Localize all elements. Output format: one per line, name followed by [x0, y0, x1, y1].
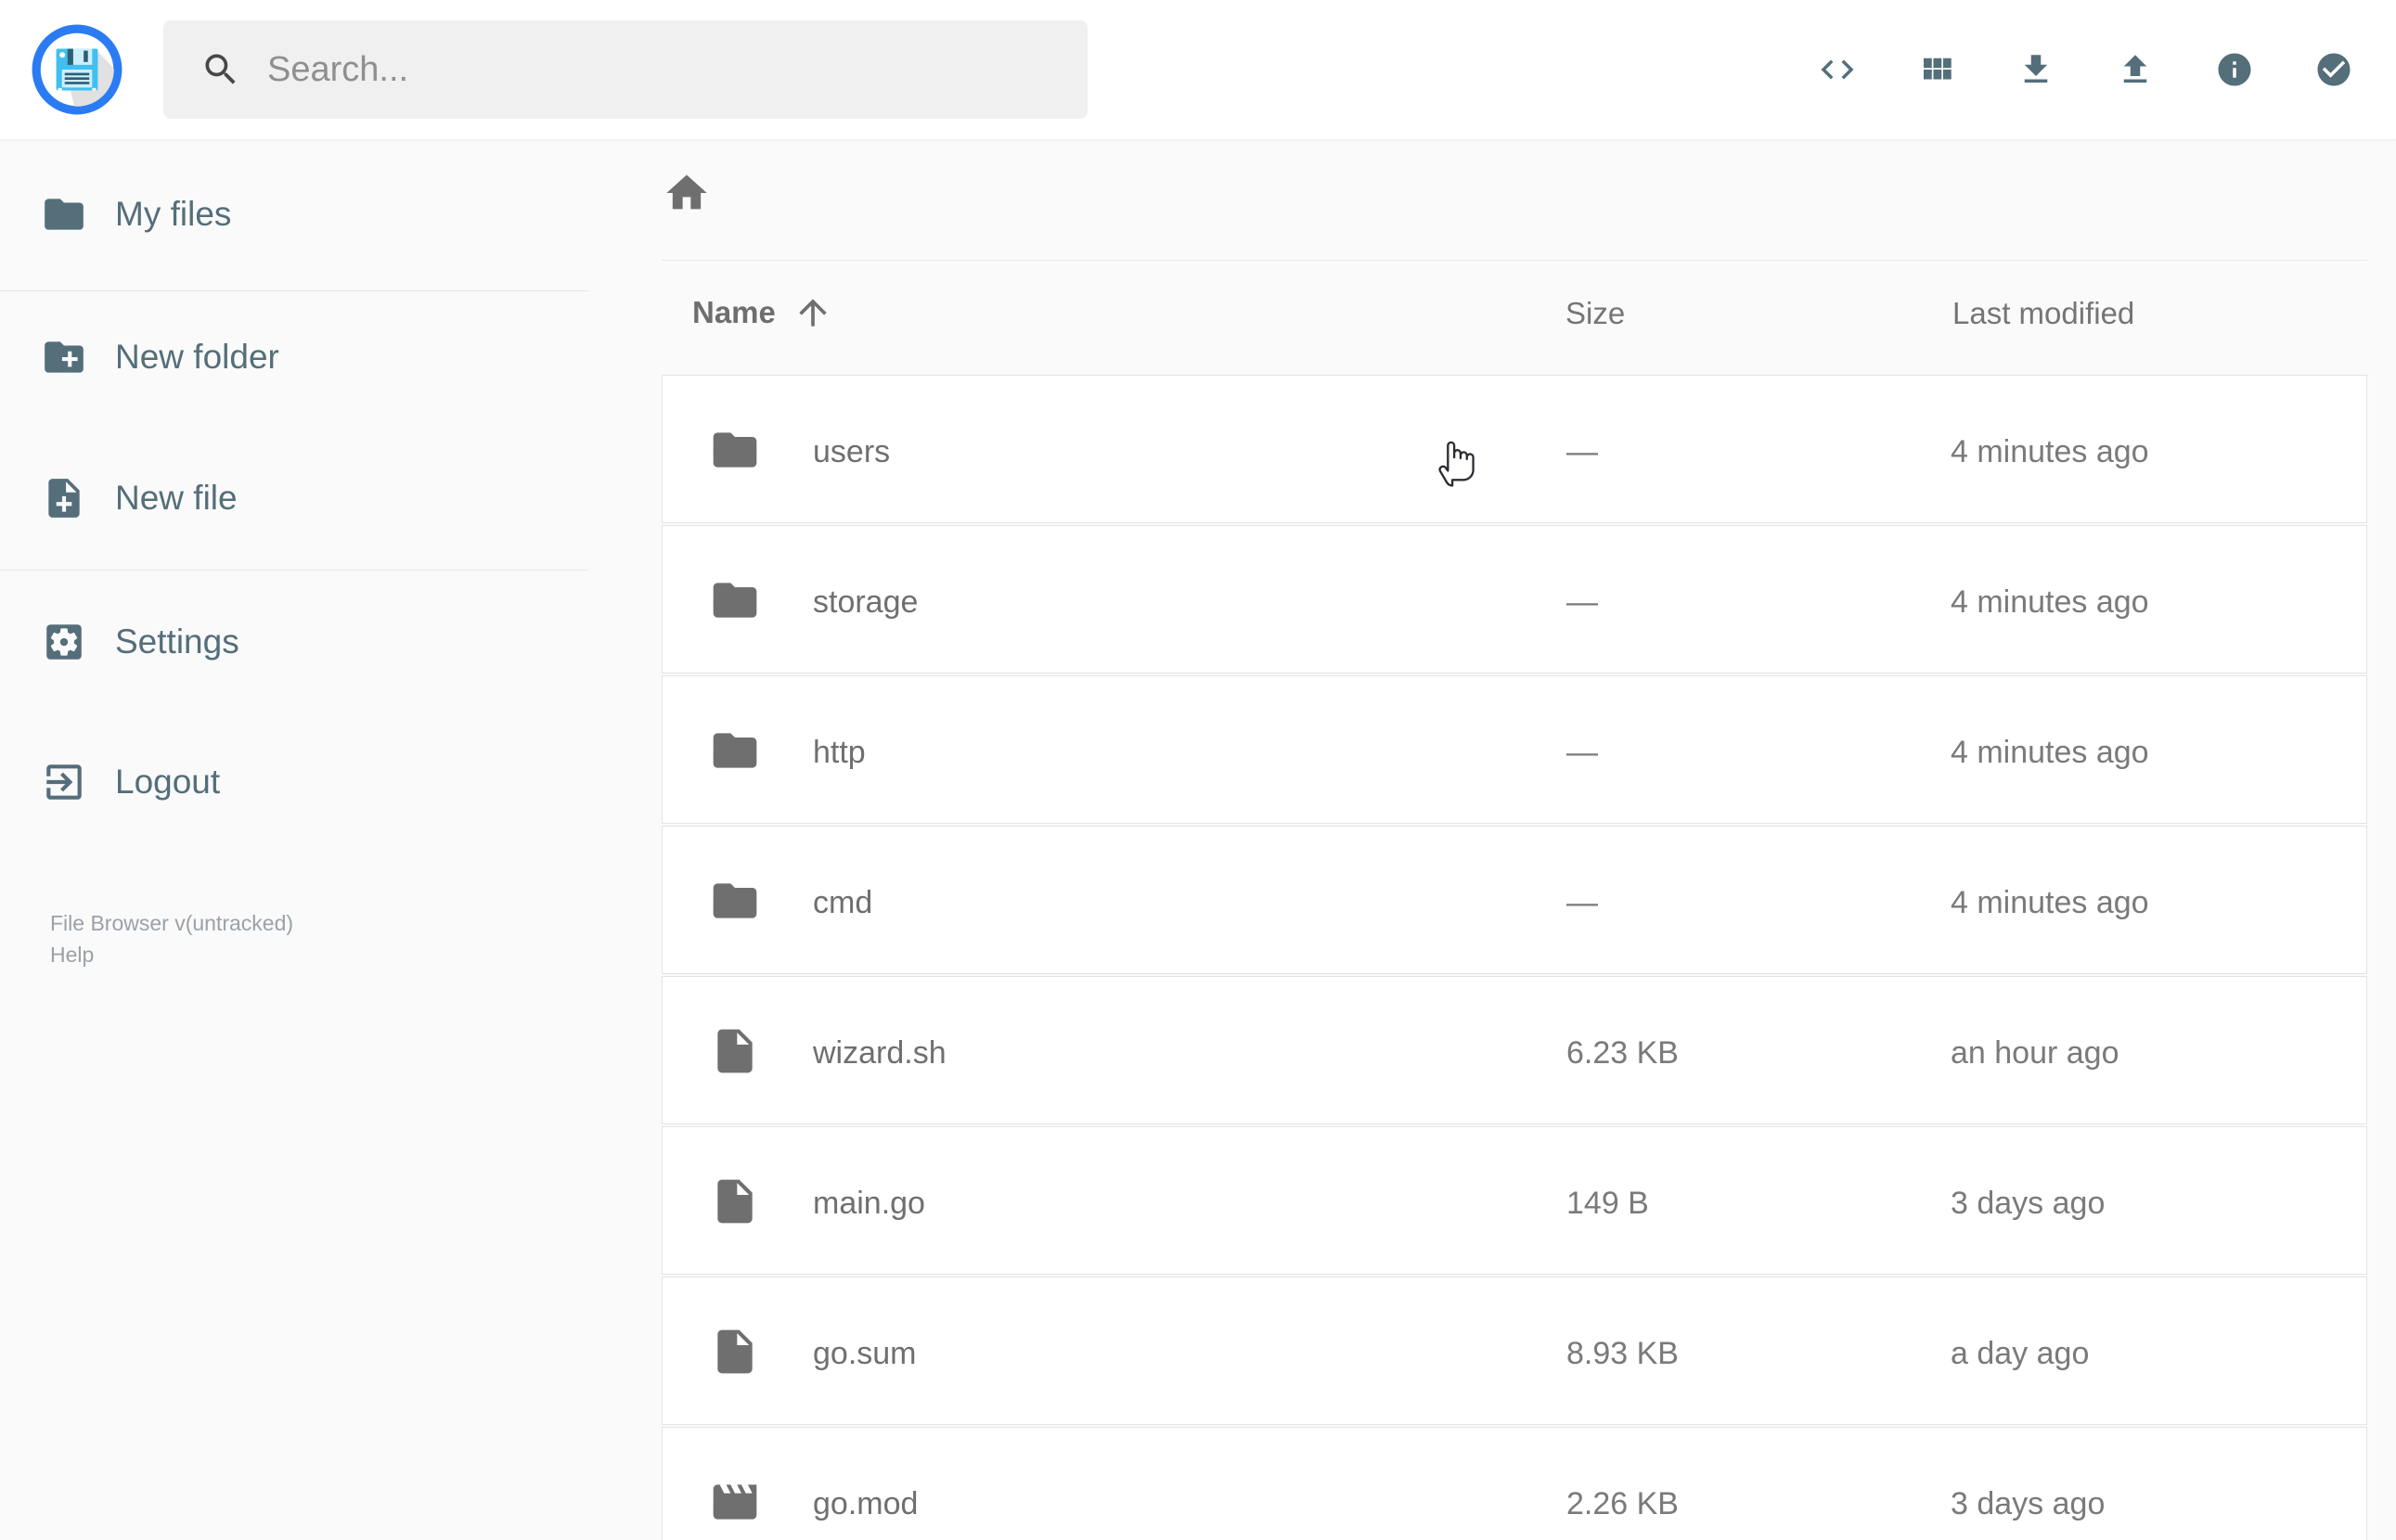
info-button[interactable] [2215, 50, 2254, 89]
upload-button[interactable] [2116, 50, 2155, 89]
code-icon [1821, 59, 1854, 80]
list-item-http[interactable]: http — 4 minutes ago [662, 675, 2367, 824]
list-item-go-mod[interactable]: go.mod 2.26 KB 3 days ago [662, 1427, 2367, 1540]
search-icon [205, 54, 236, 84]
sidebar-divider [0, 290, 588, 291]
file-name: cmd [813, 885, 873, 920]
file-name: users [813, 434, 891, 469]
file-name: go.sum [813, 1336, 917, 1371]
search-bar[interactable] [163, 20, 1088, 119]
switch-view-button[interactable] [1917, 50, 1956, 89]
folder-icon [41, 191, 87, 237]
folder-icon [709, 424, 761, 481]
new-folder-icon [41, 334, 87, 380]
sidebar-item-label: My files [115, 195, 232, 233]
home-icon [666, 174, 707, 210]
sidebar-divider [0, 570, 588, 571]
file-size: 149 B [1566, 1186, 1649, 1221]
file-name: http [813, 735, 866, 770]
file-name: go.mod [813, 1486, 919, 1521]
sidebar-item-label: Logout [115, 763, 221, 801]
file-name: wizard.sh [813, 1035, 947, 1071]
list-item-users[interactable]: users — 4 minutes ago [662, 375, 2367, 523]
file-modified: 4 minutes ago [1951, 584, 2149, 620]
breadcrumb-divider [662, 260, 2367, 261]
file-size: 8.93 KB [1566, 1336, 1679, 1371]
settings-icon [41, 619, 87, 665]
file-modified: 4 minutes ago [1951, 434, 2149, 469]
file-size: 6.23 KB [1566, 1035, 1679, 1071]
name-column-label: Name [692, 295, 776, 329]
topbar [0, 0, 2396, 140]
file-modified: a day ago [1951, 1336, 2090, 1371]
folder-icon [709, 574, 761, 631]
file-icon [709, 1025, 761, 1082]
filebrowser-app: My files New folder New file Settings [0, 0, 2396, 1540]
list-item-go-sum[interactable]: go.sum 8.93 KB a day ago [662, 1277, 2367, 1425]
sidebar-item-settings[interactable]: Settings [0, 605, 588, 679]
file-size: — [1566, 584, 1598, 620]
shell-button[interactable] [1818, 50, 1857, 89]
help-link[interactable]: Help [50, 939, 293, 970]
sidebar-item-new-file[interactable]: New file [0, 461, 588, 535]
list-item-main-go[interactable]: main.go 149 B 3 days ago [662, 1126, 2367, 1275]
download-button[interactable] [2016, 50, 2055, 89]
upload-icon [2123, 55, 2147, 83]
breadcrumb-home-button[interactable] [663, 169, 711, 222]
file-size: — [1566, 735, 1598, 770]
new-file-icon [41, 475, 87, 521]
app-version-text: File Browser v(untracked) [50, 911, 294, 935]
file-listing: users — 4 minutes ago storage — 4 minute… [662, 375, 2367, 1540]
app-logo [30, 22, 124, 117]
logout-icon [41, 759, 87, 805]
sort-by-name-header[interactable]: Name [692, 292, 833, 333]
folder-icon [709, 725, 761, 781]
file-icon [709, 1175, 761, 1232]
download-icon [2024, 55, 2048, 83]
file-size: — [1566, 434, 1598, 469]
grid-view-icon [1924, 58, 1952, 80]
sidebar-credits: File Browser v(untracked) Help [50, 907, 293, 970]
sidebar-item-logout[interactable]: Logout [0, 745, 588, 819]
sidebar-item-label: New folder [115, 338, 279, 376]
check-circle-icon [2317, 53, 2351, 86]
search-input[interactable] [265, 48, 1030, 91]
file-modified: 3 days ago [1951, 1486, 2106, 1521]
list-item-storage[interactable]: storage — 4 minutes ago [662, 525, 2367, 674]
file-size: 2.26 KB [1566, 1486, 1679, 1521]
sidebar-item-label: New file [115, 479, 238, 517]
movie-icon [709, 1476, 761, 1533]
list-item-wizard-sh[interactable]: wizard.sh 6.23 KB an hour ago [662, 976, 2367, 1124]
file-modified: an hour ago [1951, 1035, 2119, 1071]
file-modified: 4 minutes ago [1951, 885, 2149, 920]
file-size: — [1566, 885, 1598, 920]
select-multiple-button[interactable] [2314, 50, 2353, 89]
listing-header: Name Size Last modified [662, 292, 2367, 337]
folder-icon [709, 875, 761, 931]
file-modified: 3 days ago [1951, 1186, 2106, 1221]
arrow-up-icon [799, 299, 827, 327]
file-icon [709, 1326, 761, 1382]
file-name: main.go [813, 1186, 925, 1221]
sidebar-item-my-files[interactable]: My files [0, 177, 588, 251]
sort-by-modified-header[interactable]: Last modified [1952, 296, 2134, 331]
list-item-cmd[interactable]: cmd — 4 minutes ago [662, 826, 2367, 974]
sort-by-size-header[interactable]: Size [1565, 296, 1625, 331]
file-name: storage [813, 584, 919, 620]
floppy-disk-logo [32, 24, 122, 115]
topbar-actions [1818, 0, 2353, 139]
sidebar-item-new-folder[interactable]: New folder [0, 320, 588, 394]
sidebar-item-label: Settings [115, 622, 239, 661]
file-modified: 4 minutes ago [1951, 735, 2149, 770]
info-icon [2218, 53, 2251, 86]
